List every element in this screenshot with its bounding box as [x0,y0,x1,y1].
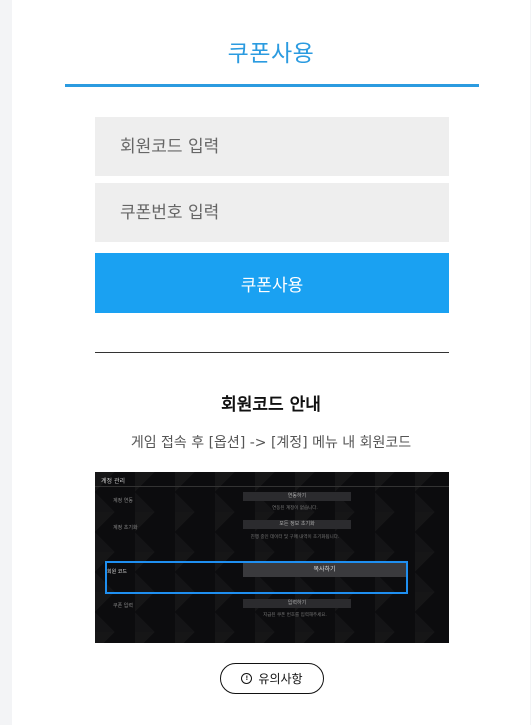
screenshot-row-label: 계정 초기화 [113,525,138,531]
member-code-guide-description: 게임 접속 후 [옵션] -> [계정] 메뉴 내 회원코드 [130,435,412,451]
section-divider [95,352,449,353]
coupon-page: 쿠폰사용 쿠폰사용 회원코드 안내 게임 접속 후 [옵션] -> [계정] 메… [12,0,530,725]
screenshot-row-button: 연동하기 [243,492,351,501]
screenshot-row-button: 모든 정보 초기화 [243,520,351,529]
screenshot-row-button: 입력하기 [243,599,351,608]
use-coupon-button[interactable]: 쿠폰사용 [95,253,449,313]
screenshot-copy-button: 복사하기 [243,563,406,577]
info-circle-icon: ! [241,673,253,684]
coupon-number-input[interactable] [95,183,449,242]
screenshot-header: 계정 관리 [101,478,125,485]
game-account-screenshot: 계정 관리 계정 연동 연동하기 연동된 계정이 없습니다. 계정 초기화 모든… [95,472,449,643]
caution-button[interactable]: ! 유의사항 [220,663,324,694]
page-title: 쿠폰사용 [227,41,315,67]
caution-label: 유의사항 [258,672,303,686]
screenshot-row-note: 지급된 쿠폰 번호를 입력해주세요. [263,613,327,618]
screenshot-row-note: 진행 중인 데이터 및 구매 내역이 초기화됩니다. [250,535,340,540]
member-code-guide-title: 회원코드 안내 [221,395,321,415]
screenshot-header-line [95,486,449,487]
screenshot-member-code-label: 회원 코드 [107,569,127,575]
screenshot-row-label: 계정 연동 [113,498,133,504]
member-code-input[interactable] [95,117,449,176]
title-underline [65,84,479,87]
screenshot-row-label: 쿠폰 입력 [113,603,133,609]
screenshot-row-note: 연동된 계정이 없습니다. [272,506,318,511]
